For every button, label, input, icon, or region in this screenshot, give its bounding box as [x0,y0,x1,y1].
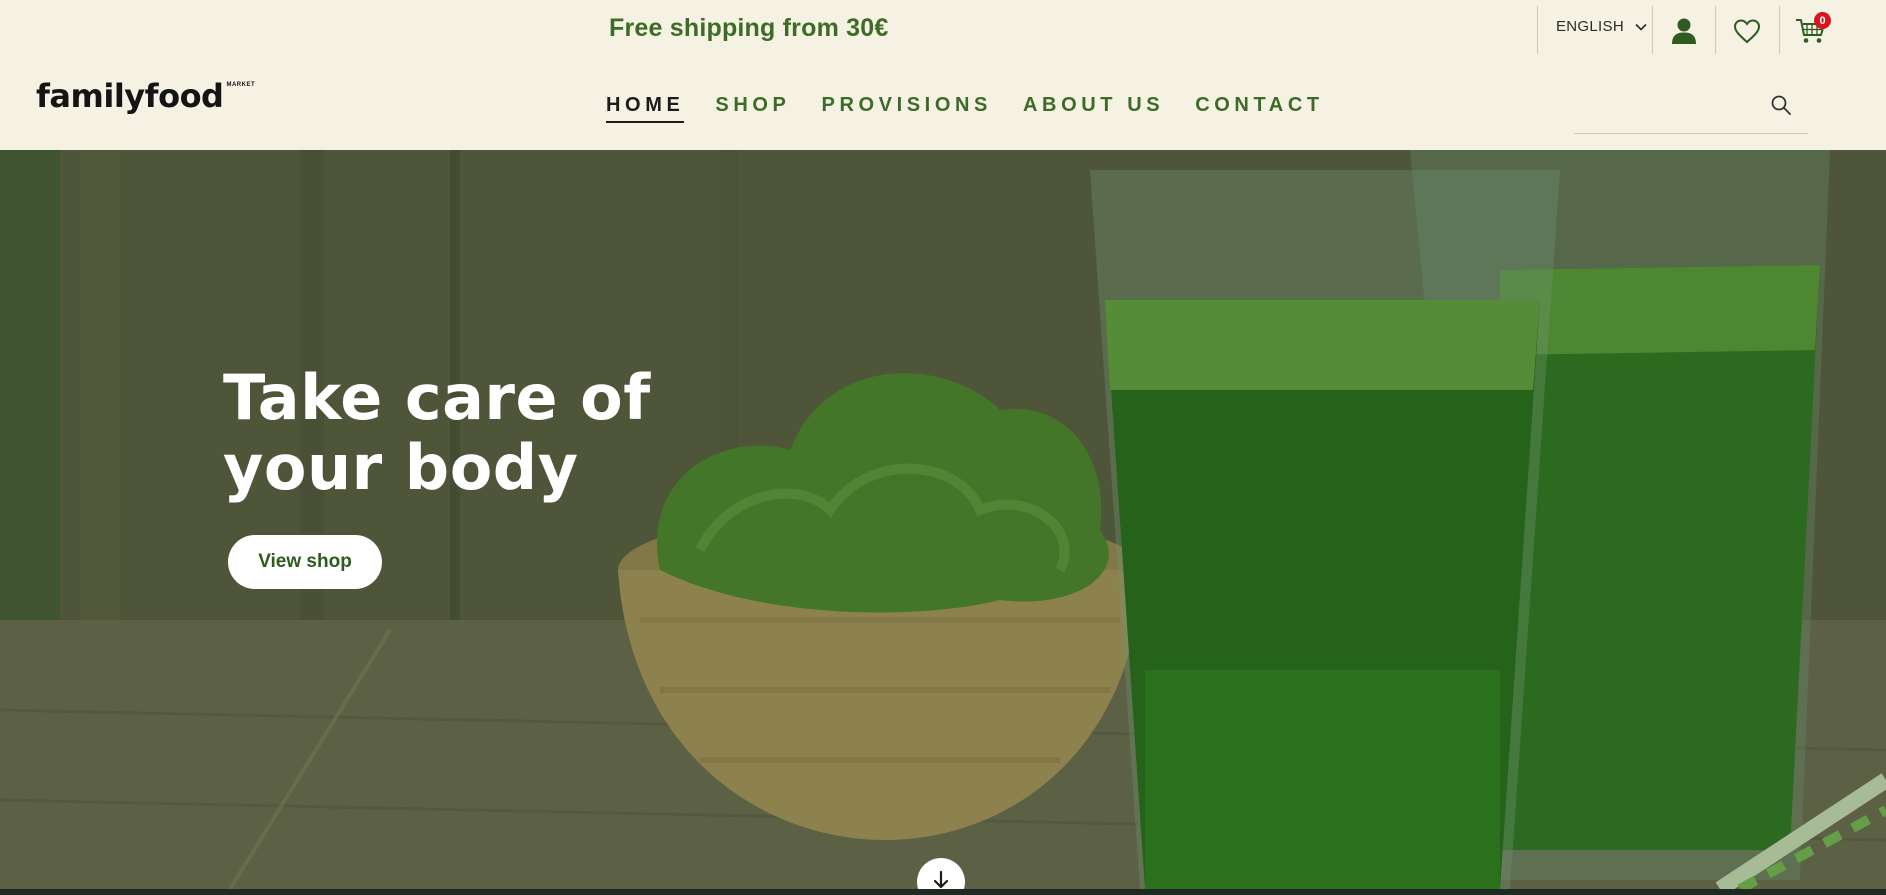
hero-banner: Take care of your body View shop [0,150,1886,889]
view-shop-button[interactable]: View shop [228,535,382,589]
hero-overlay [0,150,1886,889]
cart-button[interactable]: 0 [1794,12,1831,48]
hero-title-line-2: your body [223,431,579,504]
arrow-down-icon [933,870,949,889]
cart-count-badge: 0 [1814,12,1831,29]
logo-tag: MARKET [226,82,256,88]
header: Free shipping from 30€ ENGLISH 0 familyf… [0,0,1886,150]
nav-item-provisions[interactable]: PROVISIONS [822,94,992,123]
nav-item-shop[interactable]: SHOP [715,94,790,123]
search-box [1574,86,1808,134]
nav-item-about-us[interactable]: ABOUT US [1023,94,1164,123]
search-input[interactable] [1574,92,1764,120]
hero-title-line-1: Take care of [223,361,651,434]
promo-banner: Free shipping from 30€ [609,14,889,42]
wishlist-button[interactable] [1730,14,1764,48]
user-icon [1672,18,1696,44]
main-nav: HOME SHOP PROVISIONS ABOUT US CONTACT [606,94,1324,123]
nav-item-home[interactable]: HOME [606,94,685,123]
nav-item-contact[interactable]: CONTACT [1195,94,1323,123]
divider [1715,6,1716,54]
hero-title: Take care of your body [223,363,651,503]
heart-icon [1733,19,1761,44]
language-selector[interactable]: ENGLISH [1556,18,1648,35]
page-bottom-strip [0,889,1886,895]
divider [1779,6,1780,54]
chevron-down-icon [1635,23,1647,31]
divider [1652,6,1653,54]
logo-wordmark: familyfood [36,77,224,115]
language-label: ENGLISH [1556,18,1624,35]
account-button[interactable] [1667,14,1701,48]
divider [1537,6,1538,54]
logo[interactable]: familyfood MARKET [36,78,255,114]
search-icon[interactable] [1770,94,1792,116]
